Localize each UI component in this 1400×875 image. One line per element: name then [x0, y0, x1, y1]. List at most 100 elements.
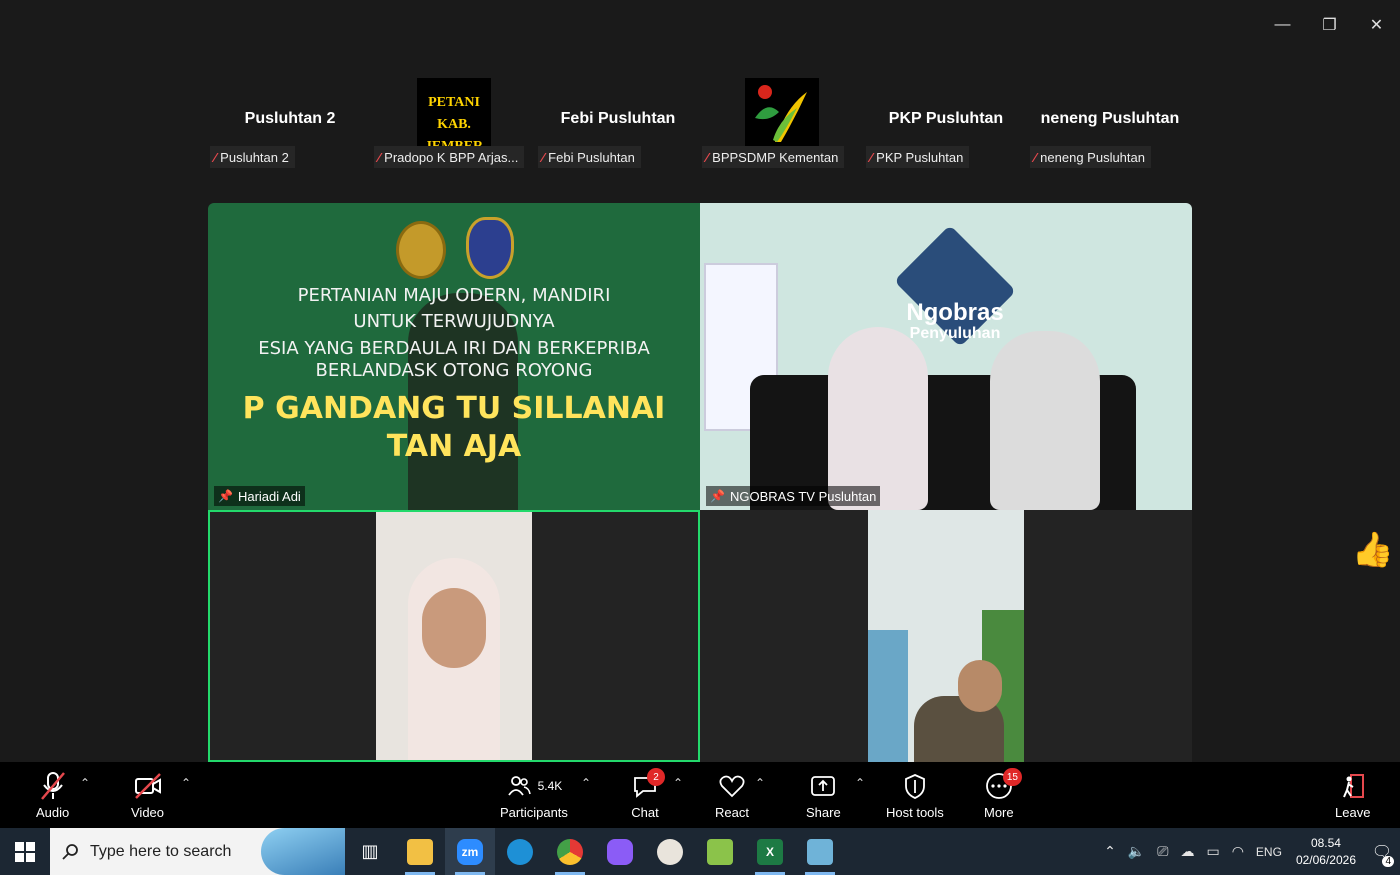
video-tile-active-speaker[interactable] — [208, 510, 700, 762]
participant-label: ⁄ neneng Pusluhtan — [1030, 146, 1151, 168]
document-app-icon[interactable] — [795, 828, 845, 875]
search-icon — [62, 843, 78, 860]
tile-label: 📌 NGOBRAS TV Pusluhtan — [706, 486, 881, 506]
windows-logo-icon — [15, 841, 35, 862]
react-label: React — [715, 805, 749, 820]
excel-icon[interactable]: X — [745, 828, 795, 875]
chevron-up-icon[interactable]: ⌃ — [1104, 843, 1116, 860]
more-button[interactable]: 15 More — [984, 768, 1022, 824]
strip-tile-bppsdmp[interactable]: ⁄ BPPSDMP Kementan — [700, 76, 864, 176]
banner-line: PERTANIAN MAJU ODERN, MANDIRI — [297, 285, 611, 306]
banner-line: UNTUK TERWUJUDNYA — [353, 311, 555, 332]
clock[interactable]: 08.54 02/06/2026 — [1296, 835, 1356, 869]
bppsdmp-logo — [745, 78, 819, 148]
taskbar-search-box[interactable]: Type here to search — [50, 828, 345, 875]
chat-options-caret[interactable]: ⌃ — [673, 776, 683, 790]
participants-icon: 5.4K — [506, 770, 563, 802]
battery-icon[interactable]: ▭ — [1206, 843, 1219, 860]
participants-count: 5.4K — [537, 779, 563, 793]
clock-time: 08.54 — [1310, 835, 1341, 850]
notification-center-button[interactable]: 🗨 4 — [1364, 828, 1400, 875]
participants-button[interactable]: 5.4K Participants — [500, 770, 568, 824]
video-label: Video — [131, 805, 165, 820]
logo-text-line1: PETANI — [428, 95, 480, 110]
video-options-caret[interactable]: ⌃ — [181, 776, 191, 790]
shield-icon — [902, 770, 928, 802]
react-button[interactable]: React — [715, 770, 749, 824]
search-highlight-image — [261, 828, 345, 875]
host-tools-label: Host tools — [886, 805, 944, 820]
show-title: Ngobras — [906, 299, 1004, 326]
participant-name: neneng Pusluhtan — [1040, 110, 1180, 127]
participant-label: ⁄ Febi Pusluhtan — [538, 146, 641, 168]
cloud-icon[interactable]: ☁ — [1180, 843, 1194, 860]
minimize-button[interactable]: — — [1259, 10, 1306, 40]
clock-date: 02/06/2026 — [1295, 852, 1356, 867]
participant-label-text: BPPSDMP Kementan — [712, 149, 839, 165]
strip-tile-febi[interactable]: Febi Pusluhtan ⁄ Febi Pusluhtan — [536, 76, 700, 176]
participant-label-text: PKP Pusluhtan — [876, 149, 964, 165]
participants-options-caret[interactable]: ⌃ — [581, 776, 591, 790]
tile-label: 📌 Hariadi Adi — [214, 486, 305, 506]
participant-label-text: Febi Pusluhtan — [548, 149, 635, 165]
volume-icon[interactable]: 🔈 — [1128, 843, 1145, 860]
chat-button[interactable]: 2 Chat — [631, 768, 665, 824]
restore-button[interactable]: ❐ — [1306, 10, 1353, 40]
host-man — [990, 331, 1100, 510]
react-options-caret[interactable]: ⌃ — [755, 776, 765, 790]
chat-icon: 2 — [631, 768, 665, 802]
audio-button[interactable]: Audio — [36, 770, 69, 824]
participants-label: Participants — [500, 805, 568, 820]
start-button[interactable] — [0, 828, 50, 875]
video-button[interactable]: Video — [131, 770, 164, 824]
task-view-icon[interactable]: ▥ — [345, 828, 395, 875]
participant-label: ⁄ Pradopo K BPP Arjas... — [374, 146, 525, 168]
strip-tile-pkp[interactable]: PKP Pusluhtan ⁄ PKP Pusluhtan — [864, 76, 1028, 176]
host-woman — [828, 327, 928, 510]
strip-tile-pusluhtan-2[interactable]: Pusluhtan 2 ⁄ Pusluhtan 2 — [208, 76, 372, 176]
meet-now-icon[interactable]: ⎚ — [1157, 843, 1168, 860]
leave-button[interactable]: Leave — [1335, 770, 1370, 824]
participant-label: ⁄ PKP Pusluhtan — [866, 146, 970, 168]
mic-muted-icon: ⁄ — [706, 149, 709, 165]
video-tile-hariadi-adi[interactable]: PERTANIAN MAJU ODERN, MANDIRI UNTUK TERW… — [208, 203, 700, 510]
share-button[interactable]: Share — [806, 770, 841, 824]
share-options-caret[interactable]: ⌃ — [855, 776, 865, 790]
audio-options-caret[interactable]: ⌃ — [80, 776, 90, 790]
strip-tile-neneng[interactable]: neneng Pusluhtan ⁄ neneng Pusluhtan — [1028, 76, 1192, 176]
host-tools-button[interactable]: Host tools — [886, 770, 944, 824]
video-tile-ngobras-tv[interactable]: Ngobras Penyuluhan 📌 NGOBRAS TV Pusluhta… — [700, 203, 1192, 510]
banner-line: ESIA YANG BERDAULA IRI DAN BERKEPRIBA — [258, 338, 650, 359]
zoom-meeting-window: — ❐ ✕ Pusluhtan 2 ⁄ Pusluhtan 2 PETANI KA… — [0, 0, 1400, 875]
participant-label-text: Pusluhtan 2 — [220, 149, 289, 165]
chat-label: Chat — [631, 805, 659, 820]
tile-label-text: Hariadi Adi — [237, 488, 301, 504]
edge-icon[interactable] — [495, 828, 545, 875]
thumbs-up-reaction-icon: 👍 — [1351, 531, 1394, 569]
strip-tile-pradopo[interactable]: PETANIKAB. JEMBER ⁄ Pradopo K BPP Arjas.… — [372, 76, 536, 176]
emblem-icon — [396, 221, 446, 279]
audio-label: Audio — [36, 805, 70, 820]
zoom-app-icon[interactable]: zm — [445, 828, 495, 875]
chrome-icon[interactable] — [545, 828, 595, 875]
participant-name: Febi Pusluhtan — [560, 110, 676, 127]
mic-muted-icon: ⁄ — [870, 149, 873, 165]
heart-icon — [718, 770, 746, 802]
banner-line: BERLANDASK OTONG ROYONG — [315, 360, 593, 381]
notepad-icon[interactable] — [695, 828, 745, 875]
video-off-icon — [133, 770, 163, 802]
mic-muted-icon — [39, 770, 67, 802]
wifi-icon[interactable]: ◠ — [1232, 843, 1244, 860]
file-explorer-icon[interactable] — [395, 828, 445, 875]
participant-video — [376, 512, 532, 760]
messenger-icon[interactable] — [595, 828, 645, 875]
share-label: Share — [806, 805, 841, 820]
paint-icon[interactable] — [645, 828, 695, 875]
more-icon: 15 — [985, 768, 1022, 802]
language-indicator[interactable]: ENG — [1256, 845, 1282, 859]
video-tile-participant[interactable] — [700, 510, 1192, 762]
leave-icon — [1339, 770, 1367, 802]
mic-muted-icon: ⁄ — [1034, 149, 1037, 165]
close-button[interactable]: ✕ — [1353, 10, 1400, 40]
mic-muted-icon: ⁄ — [542, 149, 545, 165]
